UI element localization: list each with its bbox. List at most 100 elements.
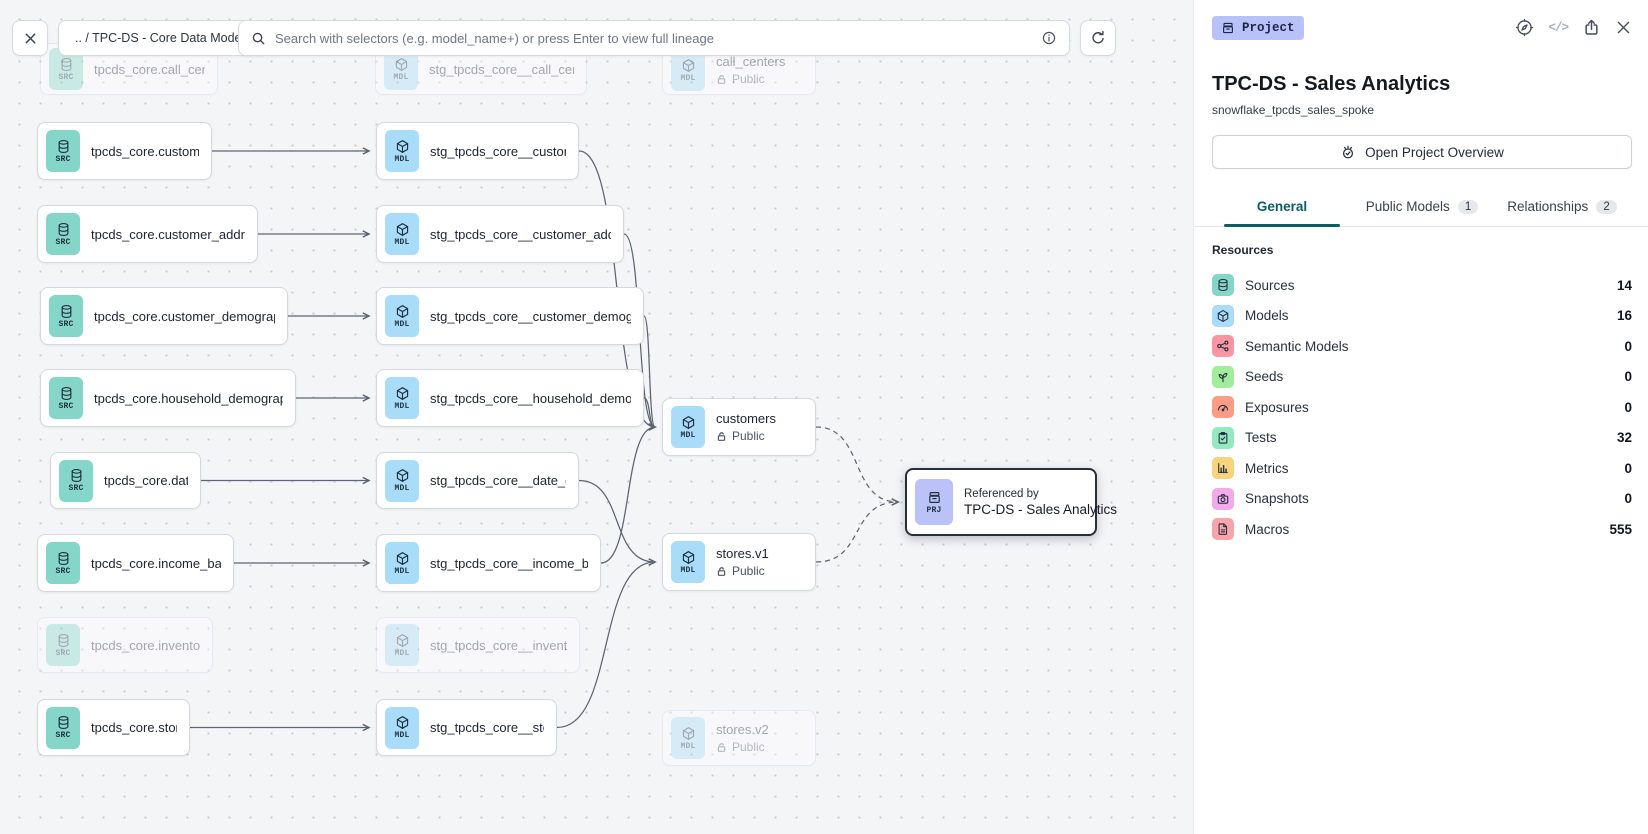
resource-row-tests: Tests32	[1212, 423, 1632, 454]
node-label: tpcds_core.date_dim	[104, 473, 188, 488]
resource-label: Models	[1245, 308, 1606, 323]
node-label: tpcds_core.household_demographics	[94, 391, 283, 406]
lineage-search[interactable]	[238, 20, 1070, 56]
node-label: stg_tpcds_core__store	[430, 720, 544, 735]
tab-general[interactable]: General	[1212, 191, 1352, 226]
panel-tabs: General Public Models 1 Relationships2	[1194, 191, 1648, 227]
resource-count: 14	[1617, 278, 1632, 293]
node-label: tpcds_core.inventory	[91, 638, 200, 653]
cube-icon: MDL	[671, 717, 705, 759]
breadcrumb[interactable]: .. / TPC-DS - Core Data Models	[58, 20, 268, 56]
node-label: stg_tpcds_core__inventory	[430, 638, 567, 653]
bar-chart-icon	[1212, 457, 1234, 479]
cube-icon	[1212, 305, 1234, 327]
lineage-node-mdl_store[interactable]: MDL stg_tpcds_core__store	[376, 699, 557, 756]
lineage-node-mdl_household_demographics[interactable]: MDL stg_tpcds_core__household_demogr…	[376, 369, 644, 427]
close-icon[interactable]	[1615, 19, 1632, 36]
resource-count: 0	[1624, 369, 1632, 384]
lineage-node-src_customer[interactable]: SRC tpcds_core.customer	[37, 122, 212, 180]
node-body: tpcds_core.income_band	[91, 556, 221, 571]
node-body: stg_tpcds_core__store	[430, 720, 544, 735]
open-project-overview-button[interactable]: Open Project Overview	[1212, 135, 1632, 169]
lineage-node-pub_stores_v2[interactable]: MDL stores.v2 Public	[662, 710, 816, 766]
node-body: stg_tpcds_core__income_band	[430, 556, 588, 571]
lineage-node-mdl_customer_demographics[interactable]: MDLstg_tpcds_core__customer_demogra…	[376, 287, 644, 345]
search-input[interactable]	[275, 31, 1032, 46]
node-label: stg_tpcds_core__income_band	[430, 556, 588, 571]
node-label: stores.v2	[716, 722, 769, 737]
project-type-badge: Project	[1212, 16, 1304, 40]
refresh-icon	[1090, 30, 1106, 46]
lock-open-icon	[716, 566, 727, 577]
resource-count: 16	[1617, 308, 1632, 323]
visibility-label: Public	[732, 740, 765, 754]
resource-count: 555	[1609, 522, 1632, 537]
gauge-icon	[1212, 396, 1234, 418]
visibility-row: Public	[716, 72, 785, 86]
lineage-node-src_date_dim[interactable]: SRCtpcds_core.date_dim	[50, 452, 201, 509]
cube-icon: MDL	[385, 707, 419, 749]
tab-relationships[interactable]: Relationships2	[1492, 191, 1632, 226]
tab-label: Public Models	[1366, 199, 1450, 214]
node-label: stg_tpcds_core__date_dim	[430, 473, 566, 488]
resources-heading: Resources	[1212, 243, 1632, 257]
project-icon	[1221, 21, 1235, 35]
close-lineage-button[interactable]	[12, 20, 48, 56]
node-body: tpcds_core.call_center	[94, 62, 205, 77]
visibility-label: Public	[732, 429, 765, 443]
lineage-node-src_store[interactable]: SRCtpcds_core.store	[37, 699, 190, 756]
resource-label: Metrics	[1245, 461, 1613, 476]
resource-label: Seeds	[1245, 369, 1613, 384]
lineage-node-mdl_inventory[interactable]: MDLstg_tpcds_core__inventory	[376, 617, 580, 673]
code-icon[interactable]: </>	[1548, 21, 1568, 35]
database-icon: SRC	[46, 213, 80, 255]
lineage-node-pub_customers[interactable]: MDLcustomersPublic	[662, 398, 816, 456]
visibility-row: Public	[716, 429, 776, 443]
lineage-node-prj_sales[interactable]: PRJ Referenced byTPC-DS - Sales Analytics	[905, 468, 1097, 536]
lineage-node-pub_stores_v1[interactable]: MDLstores.v1Public	[662, 533, 816, 591]
node-label: tpcds_core.customer_address	[91, 227, 245, 242]
lineage-node-src_customer_demographics[interactable]: SRCtpcds_core.customer_demographics	[40, 287, 288, 345]
node-label: tpcds_core.customer_demographics	[94, 309, 275, 324]
clipboard-check-icon	[1212, 427, 1234, 449]
lineage-node-src_inventory[interactable]: SRCtpcds_core.inventory	[37, 617, 213, 673]
tab-count-badge: 1	[1458, 200, 1478, 214]
node-label: stg_tpcds_core__household_demogr…	[430, 391, 631, 406]
database-icon: SRC	[46, 130, 80, 172]
lineage-node-mdl_customer_address[interactable]: MDLstg_tpcds_core__customer_address	[376, 205, 624, 263]
resource-row-models: Models 16	[1212, 301, 1632, 332]
share-icon[interactable]	[1582, 18, 1601, 37]
resource-list: Sources14Models16Semantic Models0Seeds0E…	[1212, 270, 1632, 545]
node-body: stg_tpcds_core__customer	[430, 144, 566, 159]
project-node-body: Referenced byTPC-DS - Sales Analytics	[964, 488, 1083, 517]
seed-icon	[1212, 366, 1234, 388]
node-label: stg_tpcds_core__call_center	[429, 62, 574, 77]
node-body: tpcds_core.inventory	[91, 638, 200, 653]
node-body: call_centers Public	[716, 54, 785, 86]
node-label: tpcds_core.customer	[91, 144, 199, 159]
node-label: call_centers	[716, 54, 785, 69]
visibility-row: Public	[716, 564, 769, 578]
lineage-node-mdl_income_band[interactable]: MDLstg_tpcds_core__income_band	[376, 534, 601, 592]
cube-icon: MDL	[385, 130, 419, 172]
lineage-node-src_customer_address[interactable]: SRC tpcds_core.customer_address	[37, 205, 258, 263]
cube-icon: MDL	[385, 377, 419, 419]
node-body: tpcds_core.customer	[91, 144, 199, 159]
lineage-node-src_household_demographics[interactable]: SRC tpcds_core.household_demographics	[40, 369, 296, 427]
project-details-panel: Project </> TPC-DS - Sales Analytics sno…	[1193, 0, 1648, 834]
node-body: stg_tpcds_core__call_center	[429, 62, 574, 77]
refresh-button[interactable]	[1080, 20, 1116, 56]
node-body: stg_tpcds_core__date_dim	[430, 473, 566, 488]
info-icon[interactable]	[1041, 30, 1057, 46]
project-icon: PRJ	[915, 479, 953, 525]
resource-count: 0	[1624, 491, 1632, 506]
compass-icon[interactable]	[1515, 18, 1534, 37]
lineage-node-src_income_band[interactable]: SRCtpcds_core.income_band	[37, 534, 234, 592]
lineage-node-mdl_date_dim[interactable]: MDLstg_tpcds_core__date_dim	[376, 452, 579, 509]
tab-public-models[interactable]: Public Models 1	[1352, 191, 1492, 226]
lineage-canvas[interactable]: SRCtpcds_core.call_centerSRCtpcds_core.c…	[0, 0, 1193, 834]
database-icon	[1212, 274, 1234, 296]
node-body: tpcds_core.customer_address	[91, 227, 245, 242]
lineage-node-mdl_customer[interactable]: MDL stg_tpcds_core__customer	[376, 122, 579, 180]
database-icon: SRC	[49, 377, 83, 419]
